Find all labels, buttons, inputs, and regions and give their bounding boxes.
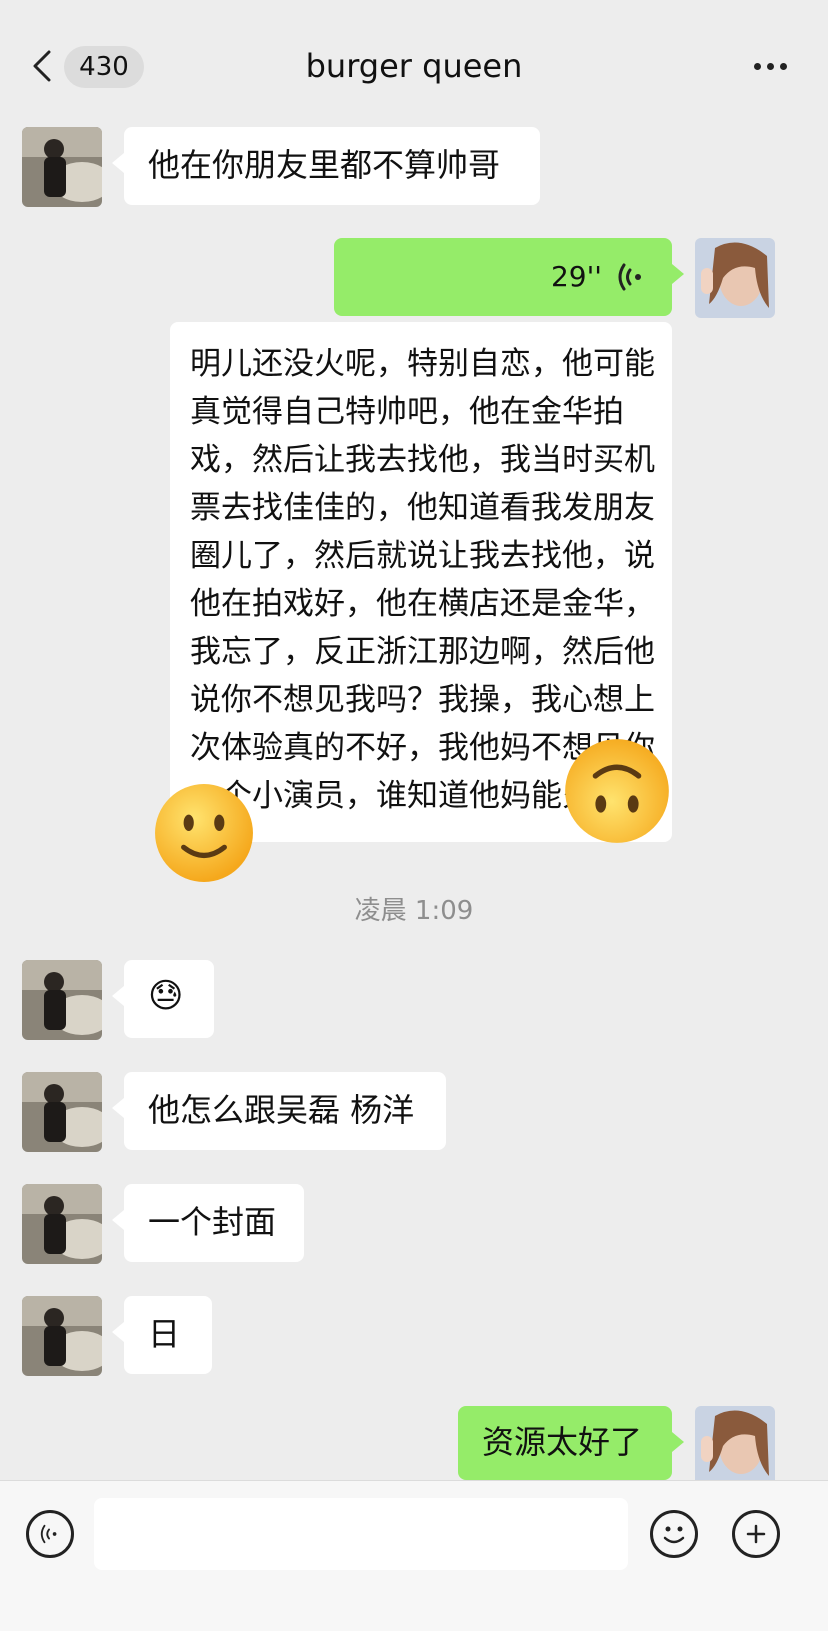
message-bubble-outgoing[interactable]: 资源太好了 <box>458 1406 684 1480</box>
add-attachment-icon[interactable] <box>732 1510 780 1558</box>
chat-title: burger queen <box>305 47 523 85</box>
back-chevron-icon[interactable] <box>22 44 62 88</box>
message-bubble-incoming[interactable]: 一个封面 <box>112 1184 304 1262</box>
message-bubble-incoming[interactable]: 他在你朋友里都不算帅哥 <box>112 127 540 205</box>
upside-down-face-icon <box>565 739 669 843</box>
voice-message-bubble[interactable]: 29'' <box>334 238 684 316</box>
message-input[interactable] <box>94 1498 628 1570</box>
message-text: 日 <box>148 1315 181 1353</box>
message-text: 一个封面 <box>148 1203 277 1241</box>
contact-avatar[interactable] <box>22 960 102 1040</box>
voice-input-icon[interactable] <box>26 1510 74 1558</box>
message-text: 资源太好了 <box>482 1423 643 1461</box>
unread-count-badge[interactable]: 430 <box>64 46 144 88</box>
message-text: 他怎么跟吴磊 杨洋 <box>148 1091 415 1129</box>
more-options-icon[interactable] <box>745 48 795 84</box>
message-bubble-incoming[interactable]: 😓 <box>112 960 214 1038</box>
message-bubble-incoming[interactable]: 他怎么跟吴磊 杨洋 <box>112 1072 446 1150</box>
message-timestamp: 凌晨 1:09 <box>354 896 474 926</box>
own-avatar[interactable] <box>695 1406 775 1486</box>
contact-avatar[interactable] <box>22 1184 102 1264</box>
slightly-smiling-face-icon <box>155 784 253 882</box>
voice-wave-icon <box>618 263 641 291</box>
sweat-emoji: 😓 <box>148 976 184 1016</box>
contact-avatar[interactable] <box>22 1296 102 1376</box>
message-bubble-incoming[interactable]: 日 <box>112 1296 212 1374</box>
contact-avatar[interactable] <box>22 127 102 207</box>
emoji-picker-icon[interactable] <box>650 1510 698 1558</box>
message-text: 他在你朋友里都不算帅哥 <box>148 146 501 184</box>
voice-duration: 29'' <box>550 260 602 293</box>
contact-avatar[interactable] <box>22 1072 102 1152</box>
own-avatar[interactable] <box>695 238 775 318</box>
